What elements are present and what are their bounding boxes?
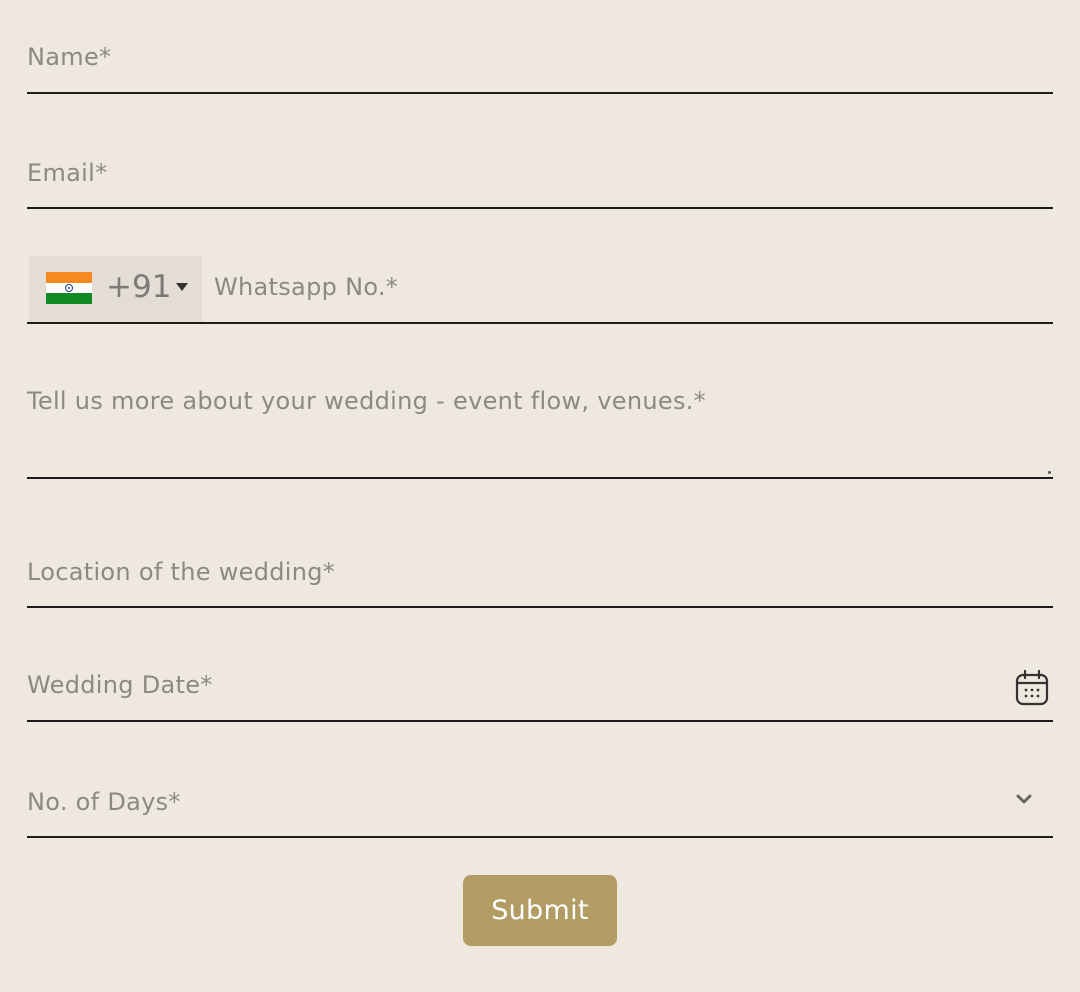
days-select[interactable]: No. of Days* bbox=[27, 756, 1053, 838]
country-code-select[interactable]: +91 bbox=[29, 256, 202, 322]
caret-down-icon bbox=[176, 283, 188, 291]
email-placeholder: Email* bbox=[27, 159, 108, 187]
whatsapp-placeholder: Whatsapp No.* bbox=[214, 273, 399, 301]
wedding-details-placeholder: Tell us more about your wedding - event … bbox=[27, 387, 706, 415]
whatsapp-field[interactable]: +91 Whatsapp No.* bbox=[27, 232, 1053, 324]
wedding-date-field[interactable]: Wedding Date* bbox=[27, 640, 1053, 722]
india-flag-icon bbox=[46, 272, 92, 304]
name-field[interactable]: Name* bbox=[27, 0, 1053, 94]
dial-code: +91 bbox=[106, 269, 172, 305]
submit-button[interactable]: Submit bbox=[463, 875, 617, 946]
calendar-icon[interactable] bbox=[1015, 670, 1049, 706]
location-field[interactable]: Location of the wedding* bbox=[27, 530, 1053, 608]
wedding-details-textarea[interactable]: Tell us more about your wedding - event … bbox=[27, 348, 1053, 479]
resize-handle-icon[interactable] bbox=[1048, 471, 1051, 474]
name-placeholder: Name* bbox=[27, 43, 112, 71]
wedding-date-placeholder: Wedding Date* bbox=[27, 671, 213, 699]
email-field[interactable]: Email* bbox=[27, 118, 1053, 209]
days-placeholder: No. of Days* bbox=[27, 788, 181, 816]
location-placeholder: Location of the wedding* bbox=[27, 558, 336, 586]
chevron-down-icon[interactable] bbox=[1015, 792, 1033, 806]
